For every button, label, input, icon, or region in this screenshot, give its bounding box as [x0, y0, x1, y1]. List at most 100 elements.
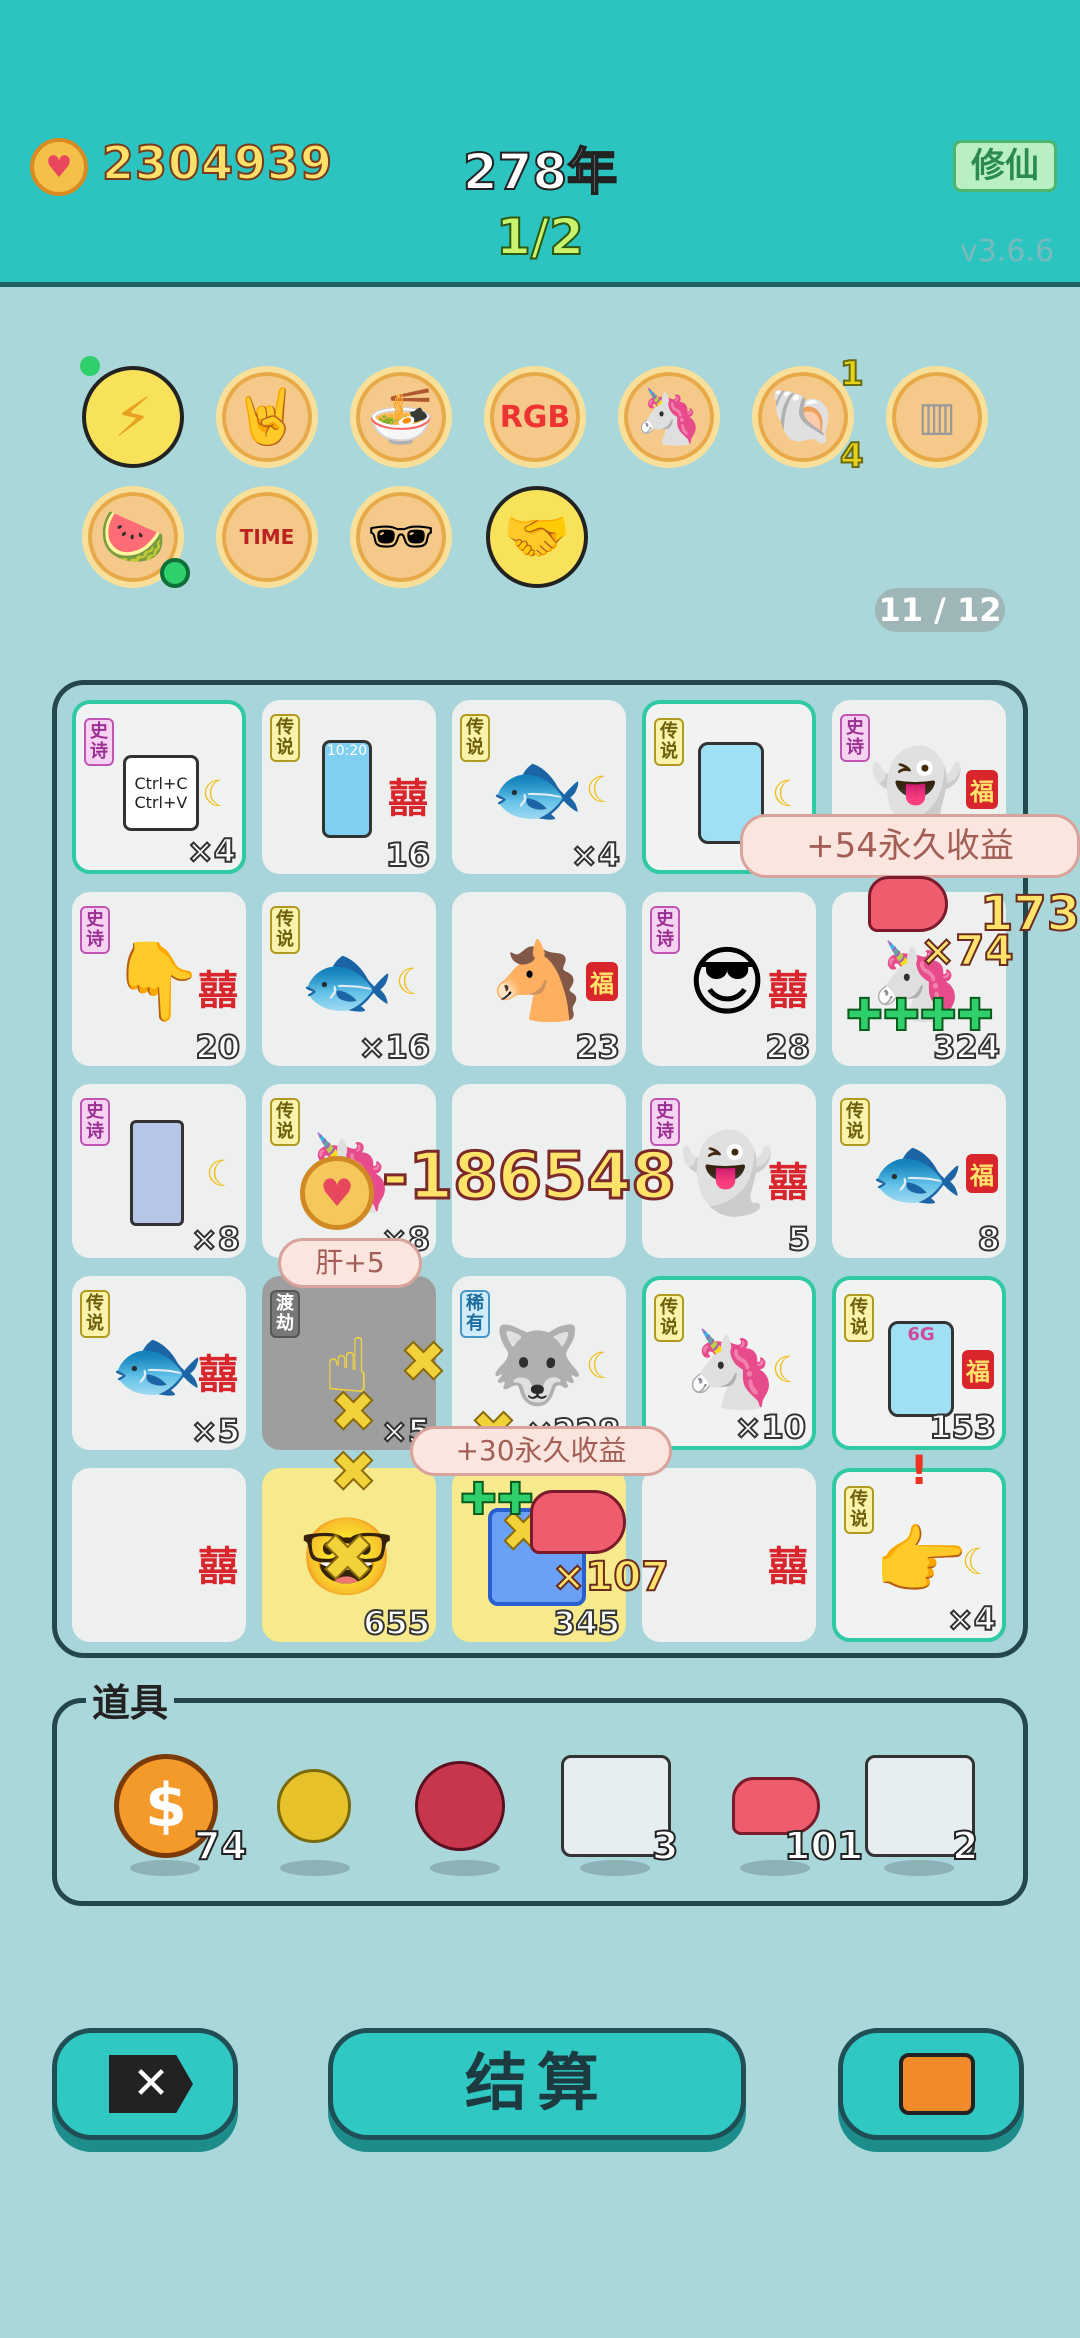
xi-icon: 囍 [768, 1160, 808, 1206]
sunglasses-icon[interactable]: 🕶 [350, 486, 452, 588]
side-number: 173 [979, 885, 1080, 943]
cell-count: ×4 [186, 831, 237, 871]
time-text: TIME [239, 525, 295, 549]
cell-count: ×10 [734, 1407, 807, 1447]
koi-fish-icon: 🐟 [489, 744, 585, 833]
fu-icon: 福 [966, 1154, 998, 1193]
rgb-text: RGB [499, 399, 571, 435]
board-cell[interactable]: 史诗 ☾ ×8 [72, 1084, 246, 1259]
board-cell[interactable]: 传说 🦄 ☾ ×10 [642, 1276, 816, 1450]
coin-balance: 2304939 [101, 135, 334, 191]
moon-icon: ☾ [201, 774, 234, 815]
new-badge [160, 558, 190, 588]
rgb-icon[interactable]: RGB [484, 366, 586, 468]
cell-count: 345 [552, 1603, 621, 1643]
board-cell[interactable]: 传说 🐟 福 8 [832, 1084, 1006, 1259]
gold-ball-icon[interactable] [254, 1746, 374, 1866]
shell-bottom-count: 4 [839, 435, 865, 477]
cross-burst: ✖ [329, 1379, 378, 1446]
close-button[interactable]: ✕ [52, 2028, 238, 2140]
plus-burst: ✚✚ [459, 1473, 535, 1526]
cell-count: 28 [764, 1027, 811, 1067]
liver-gain: ×107 [551, 1553, 670, 1601]
board-cell[interactable]: 传说 🐟 ☾ ×16 [262, 892, 436, 1067]
board-cell[interactable]: 🐴 福 23 [452, 892, 626, 1067]
shell-top-count: 1 [839, 353, 865, 395]
phone-icon: 10:20 [292, 734, 402, 844]
shell-icon[interactable]: 🐚 [752, 366, 854, 468]
cell-count: 16 [384, 835, 431, 875]
unicorn-buff-icon[interactable]: 🦄 [618, 366, 720, 468]
horse-icon: 🐴 [489, 936, 585, 1025]
board-cell[interactable]: 传说 10:20 囍 16 [262, 700, 436, 875]
liver-icon [530, 1490, 626, 1554]
rock-hand-icon[interactable]: 🤘 [216, 366, 318, 468]
lychee-icon[interactable] [400, 1746, 520, 1866]
version-label: v3.6.6 [960, 234, 1055, 269]
board-cell[interactable]: 传说 👉 ☾ ×4 [832, 1468, 1006, 1642]
close-icon: ✕ [109, 2055, 193, 2113]
item-shadow [884, 1860, 954, 1876]
noodle-bowl-icon[interactable]: 🍜 [350, 366, 452, 468]
koi-fish-icon: 🐟 [299, 936, 395, 1025]
handshake-icon[interactable]: 🤝 [486, 486, 588, 588]
board-cell[interactable]: 囍 [72, 1468, 246, 1642]
briefcase-icon [899, 2053, 975, 2115]
plus-burst: ✚✚✚✚ [845, 989, 994, 1042]
xi-icon: 囍 [768, 968, 808, 1014]
cell-count: 20 [194, 1027, 241, 1067]
item-shadow [130, 1860, 200, 1876]
cross-burst: ✖ [329, 1439, 378, 1506]
pointing-hand-icon: 👇 [109, 936, 205, 1025]
board-cell[interactable]: 史诗 😎 囍 28 [642, 892, 816, 1067]
item-count: 3 [651, 1823, 679, 1869]
xi-icon: 囍 [198, 968, 238, 1014]
moon-icon: ☾ [585, 770, 618, 811]
board-cell[interactable]: 传说 6G 福 153 [832, 1276, 1006, 1450]
page-indicator: 11 / 12 [875, 588, 1005, 632]
bag-button[interactable] [838, 2028, 1024, 2140]
cell-count: ×4 [570, 835, 621, 875]
moon-icon: ☾ [395, 962, 428, 1003]
koi-fish-icon: 🐟 [869, 1128, 965, 1217]
item-shadow [430, 1860, 500, 1876]
time-magazine-icon[interactable]: TIME [216, 486, 318, 588]
settle-button[interactable]: 结算 [328, 2028, 746, 2140]
heart-coin-icon: ♥ [30, 138, 88, 196]
cell-count: 153 [928, 1407, 997, 1447]
pin-icon [80, 356, 100, 376]
xi-icon: 囍 [388, 776, 428, 822]
stage-progress: 1/2 [495, 207, 585, 267]
items-title: 道具 [86, 1672, 175, 1727]
fu-icon: 福 [966, 770, 998, 809]
board-cell[interactable]: 传说 🐟 囍 ×5 [72, 1276, 246, 1451]
cell-count: 5 [787, 1219, 811, 1259]
lightning-icon[interactable]: ⚡ [82, 366, 184, 468]
liver-plus-popup: 肝+5 [278, 1238, 422, 1288]
board-cell[interactable]: 传说 🐟 ☾ ×4 [452, 700, 626, 875]
green-hat-man-icon: 😎 [687, 936, 767, 1026]
item-count: 74 [193, 1823, 248, 1869]
xi-icon: 囍 [198, 1544, 238, 1590]
cell-count: 655 [362, 1603, 431, 1643]
moon-icon: ☾ [205, 1154, 238, 1195]
permanent-income-popup: +30永久收益 [410, 1426, 672, 1476]
item-shadow [580, 1860, 650, 1876]
cell-count: ×4 [946, 1599, 997, 1639]
board-cell[interactable]: 史诗 Ctrl+C Ctrl+V ☾ ×4 [72, 700, 246, 874]
moon-icon: ☾ [585, 1346, 618, 1387]
moon-icon: ☾ [771, 1350, 804, 1391]
cross-burst: ✖ [319, 1519, 376, 1598]
gpu-card-icon [102, 1118, 212, 1228]
board-cell[interactable]: 史诗 👇 囍 20 [72, 892, 246, 1067]
cell-count: ×8 [190, 1219, 241, 1259]
fu-icon: 福 [586, 962, 618, 1001]
coin-delta: -186548 [381, 1139, 678, 1216]
koi-fish-icon: 🐟 [109, 1320, 205, 1409]
skirt-icon[interactable]: ▥ [886, 366, 988, 468]
heart-coin-icon: ♥ [300, 1156, 374, 1230]
xi-icon: 囍 [768, 1544, 808, 1590]
moon-icon: ☾ [771, 774, 804, 815]
year-counter: 278年 [462, 142, 618, 202]
cultivate-button[interactable]: 修仙 [953, 140, 1057, 192]
